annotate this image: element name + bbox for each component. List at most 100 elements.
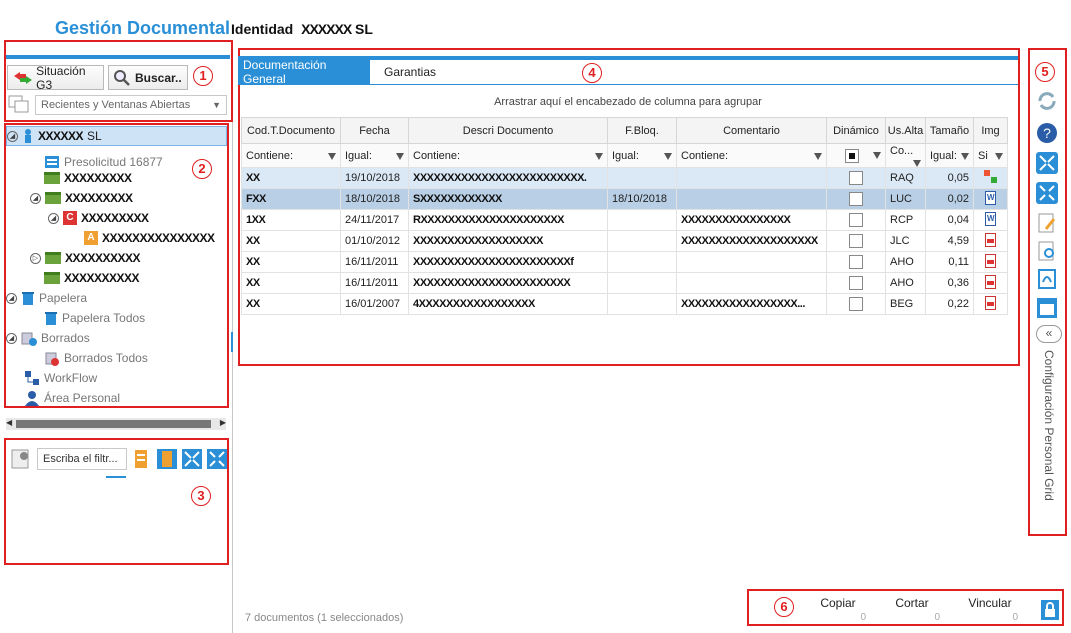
cell-tam[interactable]: 4,59 bbox=[925, 230, 974, 252]
cell-dinamico[interactable] bbox=[826, 167, 886, 189]
column-header[interactable]: Cod.T.Documento bbox=[241, 117, 341, 144]
column-header[interactable]: Img bbox=[973, 117, 1008, 144]
cell-fecha[interactable]: 19/10/2018 bbox=[340, 167, 409, 189]
funnel-icon[interactable] bbox=[595, 152, 603, 160]
checkbox[interactable] bbox=[849, 171, 863, 185]
cortar-button[interactable]: Cortar 0 bbox=[880, 596, 944, 623]
cell-coment[interactable]: XXXXXXXXXXXXXXXXXXXX bbox=[676, 230, 827, 252]
table-row[interactable]: XX 19/10/2018 XXXXXXXXXXXXXXXXXXXXXXXXX. RA… bbox=[241, 167, 1008, 189]
cell-dinamico[interactable] bbox=[826, 209, 886, 231]
cell-us[interactable]: AHO bbox=[885, 272, 926, 294]
table-row[interactable]: XX 16/11/2011 XXXXXXXXXXXXXXXXXXXXXXXf AHO 0… bbox=[241, 251, 1008, 273]
cell-dinamico[interactable] bbox=[826, 272, 886, 294]
word-icon[interactable] bbox=[985, 190, 996, 205]
copiar-button[interactable]: Copiar 0 bbox=[806, 596, 870, 623]
cell-fbloq[interactable] bbox=[607, 293, 677, 315]
tree-horizontal-scrollbar[interactable]: ◀ ▶ bbox=[6, 418, 226, 430]
cell-fbloq[interactable] bbox=[607, 167, 677, 189]
filter-cell[interactable]: Igual: bbox=[340, 143, 409, 168]
expand-all-icon[interactable] bbox=[1036, 152, 1058, 174]
filter-cell[interactable]: Co... bbox=[885, 143, 926, 168]
cell-img[interactable] bbox=[973, 272, 1008, 294]
vincular-button[interactable]: Vincular 0 bbox=[958, 596, 1022, 623]
cell-cod[interactable]: 1XX bbox=[241, 209, 341, 231]
cell-fecha[interactable]: 16/11/2011 bbox=[340, 251, 409, 273]
collapse-all-icon[interactable] bbox=[1036, 182, 1058, 204]
filter-cell[interactable] bbox=[826, 143, 886, 168]
cell-img[interactable] bbox=[973, 209, 1008, 231]
word-icon[interactable] bbox=[985, 211, 996, 226]
pdf-icon[interactable] bbox=[985, 295, 996, 310]
cell-coment[interactable]: XXXXXXXXXXXXXXXXX... bbox=[676, 293, 827, 315]
cell-dinamico[interactable] bbox=[826, 293, 886, 315]
cell-fecha[interactable]: 16/11/2011 bbox=[340, 272, 409, 294]
filter-cell[interactable]: Si bbox=[973, 143, 1008, 168]
cell-fbloq[interactable] bbox=[607, 209, 677, 231]
funnel-icon[interactable] bbox=[913, 159, 921, 167]
filter-cell[interactable]: Contiene: bbox=[676, 143, 827, 168]
scroll-right-icon[interactable]: ▶ bbox=[220, 418, 226, 427]
checkbox[interactable] bbox=[845, 148, 859, 163]
checkbox[interactable] bbox=[849, 276, 863, 290]
cell-tam[interactable]: 0,22 bbox=[925, 293, 974, 315]
cell-img[interactable] bbox=[973, 167, 1008, 189]
cell-img[interactable] bbox=[973, 251, 1008, 273]
cell-us[interactable]: BEG bbox=[885, 293, 926, 315]
cell-fbloq[interactable]: 18/10/2018 bbox=[607, 188, 677, 210]
pdf-icon[interactable] bbox=[985, 232, 996, 247]
cell-fbloq[interactable] bbox=[607, 251, 677, 273]
column-header[interactable]: Tamaño bbox=[925, 117, 974, 144]
cell-coment[interactable] bbox=[676, 251, 827, 273]
cell-us[interactable]: JLC bbox=[885, 230, 926, 252]
funnel-icon[interactable] bbox=[995, 152, 1003, 160]
cell-fecha[interactable]: 16/01/2007 bbox=[340, 293, 409, 315]
cell-fecha[interactable]: 18/10/2018 bbox=[340, 188, 409, 210]
config-grid-label[interactable]: Configuración Personal Grid bbox=[1036, 350, 1056, 510]
column-header[interactable]: Comentario bbox=[676, 117, 827, 144]
cell-img[interactable] bbox=[973, 293, 1008, 315]
tab-documentacion-general[interactable]: Documentación General bbox=[238, 58, 370, 86]
cell-coment[interactable] bbox=[676, 188, 827, 210]
pdf-export-icon[interactable] bbox=[1036, 268, 1058, 290]
funnel-icon[interactable] bbox=[814, 152, 822, 160]
table-row[interactable]: FXX 18/10/2018 SXXXXXXXXXXXX 18/10/2018 LUC 0… bbox=[241, 188, 1008, 210]
funnel-icon[interactable] bbox=[961, 152, 969, 160]
cell-coment[interactable] bbox=[676, 167, 827, 189]
cell-tam[interactable]: 0,02 bbox=[925, 188, 974, 210]
cell-descri[interactable]: RXXXXXXXXXXXXXXXXXXXXX bbox=[408, 209, 608, 231]
cell-cod[interactable]: XX bbox=[241, 167, 341, 189]
cell-us[interactable]: AHO bbox=[885, 251, 926, 273]
column-header[interactable]: Fecha bbox=[340, 117, 409, 144]
cell-us[interactable]: RAQ bbox=[885, 167, 926, 189]
cell-cod[interactable]: XX bbox=[241, 293, 341, 315]
cell-dinamico[interactable] bbox=[826, 251, 886, 273]
cell-fbloq[interactable] bbox=[607, 230, 677, 252]
cell-dinamico[interactable] bbox=[826, 188, 886, 210]
window-icon[interactable] bbox=[1036, 297, 1058, 319]
document-search-icon[interactable] bbox=[1036, 240, 1058, 262]
cell-dinamico[interactable] bbox=[826, 230, 886, 252]
checkbox[interactable] bbox=[849, 192, 863, 206]
cell-coment[interactable] bbox=[676, 272, 827, 294]
lock-icon[interactable] bbox=[1040, 599, 1060, 621]
documents-grid[interactable]: Cod.T.Documento Fecha Descri Documento F… bbox=[241, 117, 1008, 315]
tab-garantias[interactable]: Garantias bbox=[379, 60, 439, 84]
column-header[interactable]: Descri Documento bbox=[408, 117, 608, 144]
pdf-icon[interactable] bbox=[985, 253, 996, 268]
cell-coment[interactable]: XXXXXXXXXXXXXXXX bbox=[676, 209, 827, 231]
column-header[interactable]: Us.Alta bbox=[885, 117, 926, 144]
funnel-icon[interactable] bbox=[328, 152, 336, 160]
filter-cell[interactable]: Contiene: bbox=[408, 143, 608, 168]
table-row[interactable]: XX 01/10/2012 XXXXXXXXXXXXXXXXXXX XXXXXXXXX… bbox=[241, 230, 1008, 252]
checkbox[interactable] bbox=[849, 297, 863, 311]
cell-tam[interactable]: 0,05 bbox=[925, 167, 974, 189]
filter-cell[interactable]: Igual: bbox=[607, 143, 677, 168]
collapse-panel-icon[interactable]: « bbox=[1036, 325, 1062, 343]
cell-descri[interactable]: 4XXXXXXXXXXXXXXXXX bbox=[408, 293, 608, 315]
funnel-icon[interactable] bbox=[873, 151, 881, 159]
cell-us[interactable]: LUC bbox=[885, 188, 926, 210]
cell-descri[interactable]: SXXXXXXXXXXXX bbox=[408, 188, 608, 210]
cell-img[interactable] bbox=[973, 188, 1008, 210]
cell-img[interactable] bbox=[973, 230, 1008, 252]
cell-tam[interactable]: 0,11 bbox=[925, 251, 974, 273]
